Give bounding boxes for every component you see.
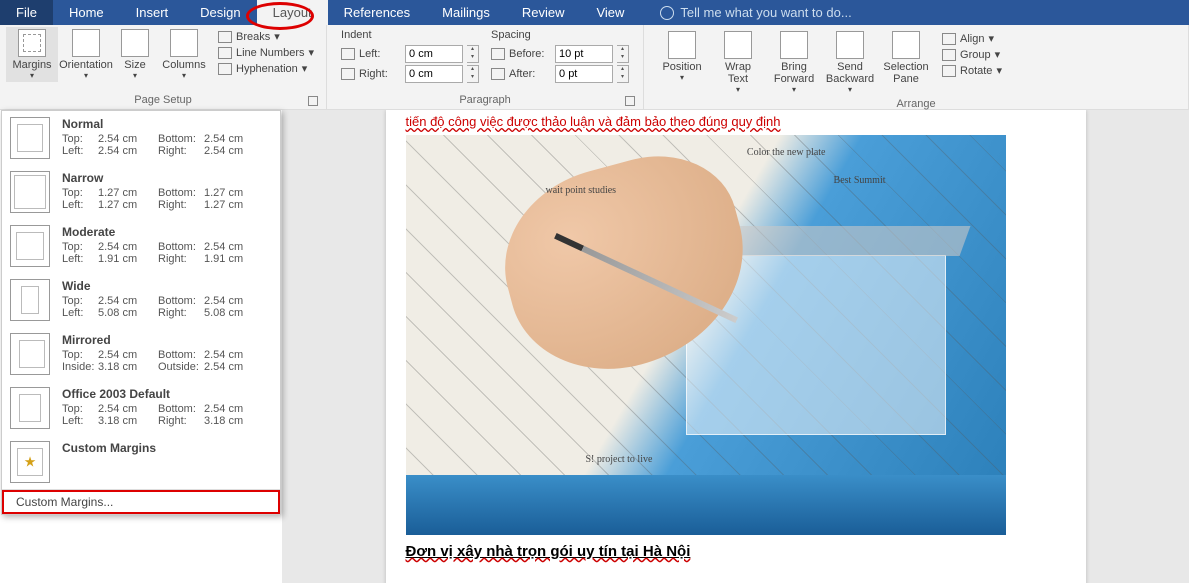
margin-preset-normal[interactable]: Normal Top:2.54 cmBottom:2.54 cm Left:2.…	[2, 111, 280, 165]
margin-preset-wide[interactable]: Wide Top:2.54 cmBottom:2.54 cm Left:5.08…	[2, 273, 280, 327]
indent-left-icon	[341, 48, 355, 60]
tab-mailings[interactable]: Mailings	[426, 0, 506, 25]
spinner[interactable]: ▴▾	[467, 45, 479, 63]
rotate-icon	[942, 65, 956, 77]
group-label-paragraph: Paragraph	[333, 94, 637, 108]
orientation-button[interactable]: Orientation▾	[60, 27, 112, 82]
tell-me-search[interactable]: Tell me what you want to do...	[660, 5, 851, 20]
dialog-launcher-icon[interactable]	[308, 96, 318, 106]
spacing-before-input[interactable]	[555, 45, 613, 63]
line-numbers-button[interactable]: Line Numbers ▾	[216, 45, 316, 60]
dialog-launcher-icon[interactable]	[625, 96, 635, 106]
group-label-page-setup: Page Setup	[6, 94, 320, 108]
columns-icon	[170, 29, 198, 57]
margin-preset-icon	[10, 117, 50, 159]
margin-preset-custom[interactable]: Custom Margins	[2, 435, 280, 489]
selection-pane-icon	[892, 31, 920, 59]
tab-file[interactable]: File	[0, 0, 53, 25]
wrap-text-icon	[724, 31, 752, 59]
tab-insert[interactable]: Insert	[120, 0, 185, 25]
document-area[interactable]: tiến độ công việc được thảo luận và đảm …	[282, 110, 1189, 583]
margin-preset-icon	[10, 171, 50, 213]
ribbon: Margins▾ Orientation▾ Size▾ Columns▾ Bre…	[0, 25, 1189, 110]
custom-margins-command[interactable]: Custom Margins...	[2, 490, 280, 514]
margin-preset-icon	[10, 333, 50, 375]
spinner[interactable]: ▴▾	[467, 65, 479, 83]
page: tiến độ công việc được thảo luận và đảm …	[386, 110, 1086, 583]
bring-forward-button[interactable]: Bring Forward▾	[768, 29, 820, 96]
bring-forward-icon	[780, 31, 808, 59]
group-arrange: Position▾ Wrap Text▾ Bring Forward▾ Send…	[644, 25, 1189, 110]
document-heading: Đơn vị xây nhà trọn gói uy tín tại Hà Nộ…	[406, 543, 1066, 560]
spacing-after-icon	[491, 68, 505, 80]
breaks-button[interactable]: Breaks ▾	[216, 29, 316, 44]
margin-preset-office[interactable]: Office 2003 Default Top:2.54 cmBottom:2.…	[2, 381, 280, 435]
indent-left-input[interactable]	[405, 45, 463, 63]
tab-layout[interactable]: Layout	[257, 0, 328, 25]
align-button[interactable]: Align ▾	[940, 31, 1004, 46]
document-image: wait point studies Color the new plate B…	[406, 135, 1006, 535]
columns-button[interactable]: Columns▾	[158, 27, 210, 82]
annotation-box	[2, 490, 280, 514]
indent-right-input[interactable]	[405, 65, 463, 83]
hyphenation-icon	[218, 63, 232, 75]
group-paragraph: Indent Left:▴▾ Right:▴▾ Spacing Before:▴…	[327, 25, 644, 110]
tab-design[interactable]: Design	[184, 0, 256, 25]
margins-dropdown: Normal Top:2.54 cmBottom:2.54 cm Left:2.…	[1, 110, 281, 515]
tab-review[interactable]: Review	[506, 0, 581, 25]
align-icon	[942, 33, 956, 45]
margins-icon	[18, 29, 46, 57]
menu-bar: File Home Insert Design Layout Reference…	[0, 0, 1189, 25]
margin-custom-icon	[10, 441, 50, 483]
margin-preset-moderate[interactable]: Moderate Top:2.54 cmBottom:2.54 cm Left:…	[2, 219, 280, 273]
indent-right-icon	[341, 68, 355, 80]
tab-view[interactable]: View	[580, 0, 640, 25]
size-icon	[121, 29, 149, 57]
position-icon	[668, 31, 696, 59]
position-button[interactable]: Position▾	[656, 29, 708, 84]
orientation-icon	[72, 29, 100, 57]
margin-preset-icon	[10, 279, 50, 321]
spacing-before-icon	[491, 48, 505, 60]
spacing-after-input[interactable]	[555, 65, 613, 83]
spinner[interactable]: ▴▾	[617, 65, 629, 83]
margin-preset-icon	[10, 387, 50, 429]
margin-preset-narrow[interactable]: Narrow Top:1.27 cmBottom:1.27 cm Left:1.…	[2, 165, 280, 219]
line-numbers-icon	[218, 47, 232, 59]
margin-preset-icon	[10, 225, 50, 267]
send-backward-button[interactable]: Send Backward▾	[824, 29, 876, 96]
size-button[interactable]: Size▾	[114, 27, 156, 82]
spinner[interactable]: ▴▾	[617, 45, 629, 63]
group-button[interactable]: Group ▾	[940, 47, 1004, 62]
spacing-header: Spacing	[491, 29, 629, 41]
margin-preset-mirrored[interactable]: Mirrored Top:2.54 cmBottom:2.54 cm Insid…	[2, 327, 280, 381]
send-backward-icon	[836, 31, 864, 59]
indent-header: Indent	[341, 29, 479, 41]
tab-references[interactable]: References	[328, 0, 426, 25]
selection-pane-button[interactable]: Selection Pane	[880, 29, 932, 87]
rotate-button[interactable]: Rotate ▾	[940, 63, 1004, 78]
group-icon	[942, 49, 956, 61]
document-text: tiến độ công việc được thảo luận và đảm …	[406, 114, 1066, 129]
tab-home[interactable]: Home	[53, 0, 120, 25]
hyphenation-button[interactable]: Hyphenation ▾	[216, 61, 316, 76]
breaks-icon	[218, 31, 232, 43]
bulb-icon	[660, 6, 674, 20]
wrap-text-button[interactable]: Wrap Text▾	[712, 29, 764, 96]
group-page-setup: Margins▾ Orientation▾ Size▾ Columns▾ Bre…	[0, 25, 327, 110]
margins-button[interactable]: Margins▾	[6, 27, 58, 82]
